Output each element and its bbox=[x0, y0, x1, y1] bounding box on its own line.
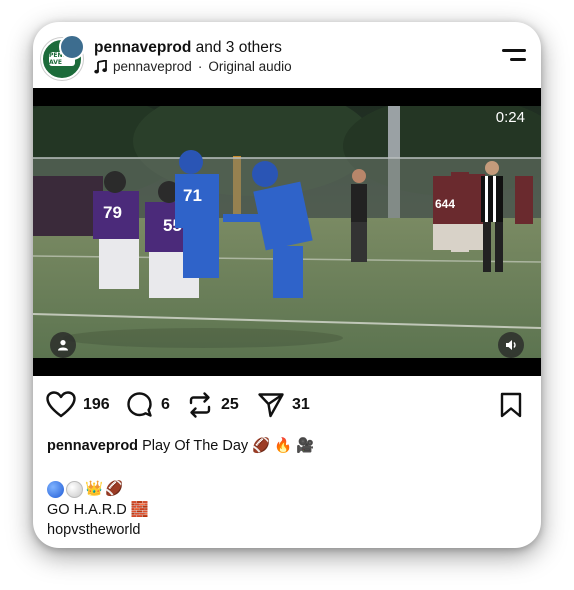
post-caption: pennaveprod Play Of The Day 🏈 🔥 🎥 👑 🏈 GO… bbox=[47, 436, 527, 540]
post-card: PENN AVE pennaveprod and 3 others pennav… bbox=[33, 22, 541, 548]
caption-hashtag-line: hopvstheworld bbox=[47, 522, 141, 538]
caption-username[interactable]: pennaveprod bbox=[47, 438, 138, 454]
football-emoji: 🏈 bbox=[252, 438, 271, 454]
coauthor-avatar[interactable] bbox=[59, 34, 85, 60]
caption-line-go-hard: GO H.A.R.D bbox=[47, 502, 127, 518]
jersey-number: 71 bbox=[183, 186, 202, 205]
repost-button[interactable]: 25 bbox=[186, 391, 239, 419]
comment-icon bbox=[127, 392, 152, 417]
audio-label[interactable]: Original audio bbox=[208, 59, 291, 74]
video-time-remaining: 0:24 bbox=[495, 109, 525, 126]
post-username[interactable]: pennaveprod bbox=[94, 39, 191, 56]
audio-owner[interactable]: pennaveprod bbox=[113, 59, 192, 74]
bookmark-icon bbox=[500, 392, 522, 418]
share-count[interactable]: 31 bbox=[292, 396, 310, 414]
mute-button[interactable] bbox=[498, 332, 524, 358]
like-count[interactable]: 196 bbox=[83, 396, 110, 414]
repost-icon bbox=[189, 392, 211, 418]
more-menu-icon[interactable] bbox=[502, 49, 526, 63]
caption-text: Play Of The Day bbox=[142, 438, 249, 454]
audio-separator: · bbox=[197, 59, 203, 74]
video-player[interactable]: 644 79 55 71 0:24 bbox=[33, 88, 541, 376]
fire-emoji: 🔥 bbox=[274, 438, 293, 454]
like-button[interactable]: 196 bbox=[46, 391, 110, 418]
post-header: PENN AVE pennaveprod and 3 others pennav… bbox=[33, 22, 541, 88]
jersey-number: 644 bbox=[435, 197, 455, 211]
comment-count[interactable]: 6 bbox=[161, 396, 170, 414]
user-tag-icon bbox=[58, 340, 68, 351]
action-bar: 196 6 25 31 bbox=[33, 376, 541, 436]
coauthors-text[interactable]: and 3 others bbox=[196, 39, 282, 56]
emoji-row: 👑 🏈 bbox=[47, 478, 527, 500]
share-button[interactable]: 31 bbox=[257, 391, 310, 419]
football-emoji: 🏈 bbox=[105, 481, 124, 497]
brick-emoji: 🧱 bbox=[130, 502, 149, 518]
mute-icon bbox=[505, 340, 516, 350]
heart-icon bbox=[46, 391, 76, 418]
white-circle-emoji bbox=[66, 480, 83, 498]
football-scene-image: 644 79 55 71 bbox=[33, 106, 541, 358]
audio-line[interactable]: pennaveprod · Original audio bbox=[94, 59, 292, 74]
music-note-icon bbox=[94, 59, 107, 73]
post-author-line[interactable]: pennaveprod and 3 others bbox=[94, 39, 282, 57]
crown-emoji: 👑 bbox=[85, 481, 104, 497]
share-icon bbox=[258, 393, 284, 418]
repost-count[interactable]: 25 bbox=[221, 396, 239, 414]
camera-emoji: 🎥 bbox=[296, 438, 315, 454]
jersey-number: 79 bbox=[103, 203, 122, 222]
user-tag-button[interactable] bbox=[50, 332, 76, 358]
comment-button[interactable]: 6 bbox=[126, 391, 170, 419]
blue-circle-emoji bbox=[47, 480, 64, 498]
save-button[interactable] bbox=[500, 392, 522, 423]
video-frame[interactable]: 644 79 55 71 bbox=[33, 106, 541, 358]
